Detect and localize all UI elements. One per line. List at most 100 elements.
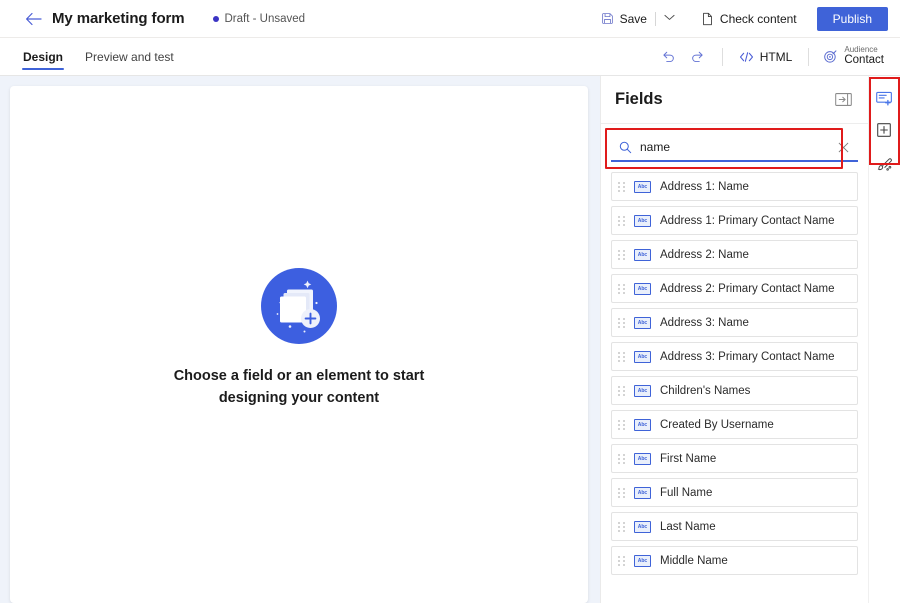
status-dot-icon bbox=[212, 15, 219, 22]
drag-handle-icon[interactable] bbox=[618, 553, 628, 569]
field-list-item-label: Address 2: Name bbox=[660, 248, 749, 261]
search-icon bbox=[619, 141, 632, 154]
text-field-type-icon: Abc bbox=[634, 384, 651, 397]
page-title: My marketing form bbox=[52, 10, 185, 27]
cmdbar-spacer bbox=[175, 38, 654, 75]
main-area: Choose a field or an element to start de… bbox=[0, 76, 900, 603]
drag-handle-icon[interactable] bbox=[618, 417, 628, 433]
fields-search-zone bbox=[601, 124, 868, 169]
save-label: Save bbox=[619, 11, 647, 26]
field-list-item[interactable]: Abc Address 3: Name bbox=[611, 308, 858, 337]
design-canvas[interactable]: Choose a field or an element to start de… bbox=[10, 86, 588, 603]
fields-panel-title: Fields bbox=[615, 90, 663, 108]
field-list-item[interactable]: Abc Address 1: Primary Contact Name bbox=[611, 206, 858, 235]
text-field-type-icon: Abc bbox=[634, 554, 651, 567]
field-list-item-label: Children's Names bbox=[660, 384, 751, 397]
undo-arrow-icon[interactable] bbox=[654, 44, 682, 70]
command-divider-2 bbox=[808, 47, 810, 66]
field-list-item[interactable]: Abc Last Name bbox=[611, 512, 858, 541]
page-icon bbox=[701, 12, 714, 26]
command-bar: Design Preview and test HTML Audience Co… bbox=[0, 38, 900, 76]
drag-handle-icon[interactable] bbox=[618, 213, 628, 229]
field-list-item[interactable]: Abc Address 1: Name bbox=[611, 172, 858, 201]
field-list-item-label: First Name bbox=[660, 452, 717, 465]
text-field-type-icon: Abc bbox=[634, 248, 651, 261]
search-input[interactable] bbox=[640, 140, 834, 154]
field-list-item-label: Address 1: Primary Contact Name bbox=[660, 214, 835, 227]
drag-handle-icon[interactable] bbox=[618, 519, 628, 535]
tab-preview-and-test[interactable]: Preview and test bbox=[84, 38, 175, 75]
field-list-item-label: Address 2: Primary Contact Name bbox=[660, 282, 835, 295]
field-list-item-label: Address 3: Primary Contact Name bbox=[660, 350, 835, 363]
drag-handle-icon[interactable] bbox=[618, 383, 628, 399]
field-list-item-label: Created By Username bbox=[660, 418, 774, 431]
empty-state-title: Choose a field or an element to start de… bbox=[174, 366, 425, 408]
field-list-item[interactable]: Abc Address 2: Name bbox=[611, 240, 858, 269]
text-field-type-icon: Abc bbox=[634, 520, 651, 533]
search-box[interactable] bbox=[611, 134, 858, 162]
fields-panel-header: Fields bbox=[601, 76, 868, 124]
text-field-type-icon: Abc bbox=[634, 452, 651, 465]
drag-handle-icon[interactable] bbox=[618, 179, 628, 195]
empty-state: Choose a field or an element to start de… bbox=[174, 266, 425, 408]
field-list-item[interactable]: Abc First Name bbox=[611, 444, 858, 473]
check-content-label: Check content bbox=[719, 11, 797, 26]
fields-list[interactable]: Abc Address 1: Name Abc Address 1: Primary … bbox=[601, 168, 868, 603]
floppy-disk-icon bbox=[601, 12, 614, 25]
audience-value: Contact bbox=[844, 54, 884, 67]
field-list-item[interactable]: Abc Address 3: Primary Contact Name bbox=[611, 342, 858, 371]
field-list-item-label: Address 1: Name bbox=[660, 180, 749, 193]
status-text: Draft - Unsaved bbox=[224, 12, 306, 25]
audience-label: Audience bbox=[844, 45, 878, 54]
field-list-item[interactable]: Abc Middle Name bbox=[611, 546, 858, 575]
field-list-item-label: Middle Name bbox=[660, 554, 728, 567]
fields-panel: Fields name Abc Address 1: Name Abc Addr… bbox=[600, 76, 868, 603]
text-field-type-icon: Abc bbox=[634, 282, 651, 295]
code-brackets-icon bbox=[739, 51, 754, 63]
save-button[interactable]: Save bbox=[595, 8, 653, 30]
add-element-icon[interactable] bbox=[871, 117, 899, 145]
drag-handle-icon[interactable] bbox=[618, 315, 628, 331]
tab-design[interactable]: Design bbox=[22, 38, 65, 75]
right-rail bbox=[868, 76, 900, 603]
tab-strip: Design Preview and test bbox=[22, 38, 175, 75]
canvas-wrapper: Choose a field or an element to start de… bbox=[0, 76, 600, 603]
redo-arrow-icon[interactable] bbox=[684, 44, 712, 70]
top-bar: My marketing form Draft - Unsaved Save C… bbox=[0, 0, 900, 38]
check-content-button[interactable]: Check content bbox=[695, 8, 803, 30]
html-button[interactable]: HTML bbox=[733, 46, 799, 68]
publish-button[interactable]: Publish bbox=[816, 6, 888, 31]
field-list-item[interactable]: Abc Full Name bbox=[611, 478, 858, 507]
text-field-type-icon: Abc bbox=[634, 214, 651, 227]
text-field-type-icon: Abc bbox=[634, 418, 651, 431]
chevron-down-icon[interactable] bbox=[658, 10, 681, 27]
style-brush-icon[interactable] bbox=[871, 150, 899, 178]
field-list-item[interactable]: Abc Address 2: Primary Contact Name bbox=[611, 274, 858, 303]
drag-handle-icon[interactable] bbox=[618, 349, 628, 365]
drag-handle-icon[interactable] bbox=[618, 451, 628, 467]
text-field-type-icon: Abc bbox=[634, 486, 651, 499]
field-list-item[interactable]: Abc Created By Username bbox=[611, 410, 858, 439]
command-divider-1 bbox=[721, 47, 723, 66]
html-label: HTML bbox=[759, 49, 793, 64]
field-list-item-label: Full Name bbox=[660, 486, 713, 499]
text-field-type-icon: Abc bbox=[634, 316, 651, 329]
save-divider bbox=[654, 11, 656, 26]
add-field-icon[interactable] bbox=[871, 84, 900, 112]
stacked-cards-plus-icon bbox=[259, 266, 339, 346]
drag-handle-icon[interactable] bbox=[618, 485, 628, 501]
target-icon bbox=[823, 49, 838, 64]
drag-handle-icon[interactable] bbox=[618, 281, 628, 297]
drag-handle-icon[interactable] bbox=[618, 247, 628, 263]
close-icon[interactable] bbox=[834, 138, 852, 156]
field-list-item[interactable]: Abc Children's Names bbox=[611, 376, 858, 405]
command-bar-actions: HTML Audience Contact bbox=[654, 38, 888, 75]
save-split-button[interactable]: Save bbox=[595, 8, 681, 30]
empty-state-line-2: designing your content bbox=[218, 389, 380, 406]
text-field-type-icon: Abc bbox=[634, 180, 651, 193]
collapse-panel-icon[interactable] bbox=[832, 90, 854, 110]
arrow-left-icon[interactable] bbox=[22, 8, 44, 30]
empty-state-line-1: Choose a field or an element to start bbox=[173, 368, 425, 385]
text-field-type-icon: Abc bbox=[634, 350, 651, 363]
audience-selector[interactable]: Audience Contact bbox=[819, 43, 888, 70]
